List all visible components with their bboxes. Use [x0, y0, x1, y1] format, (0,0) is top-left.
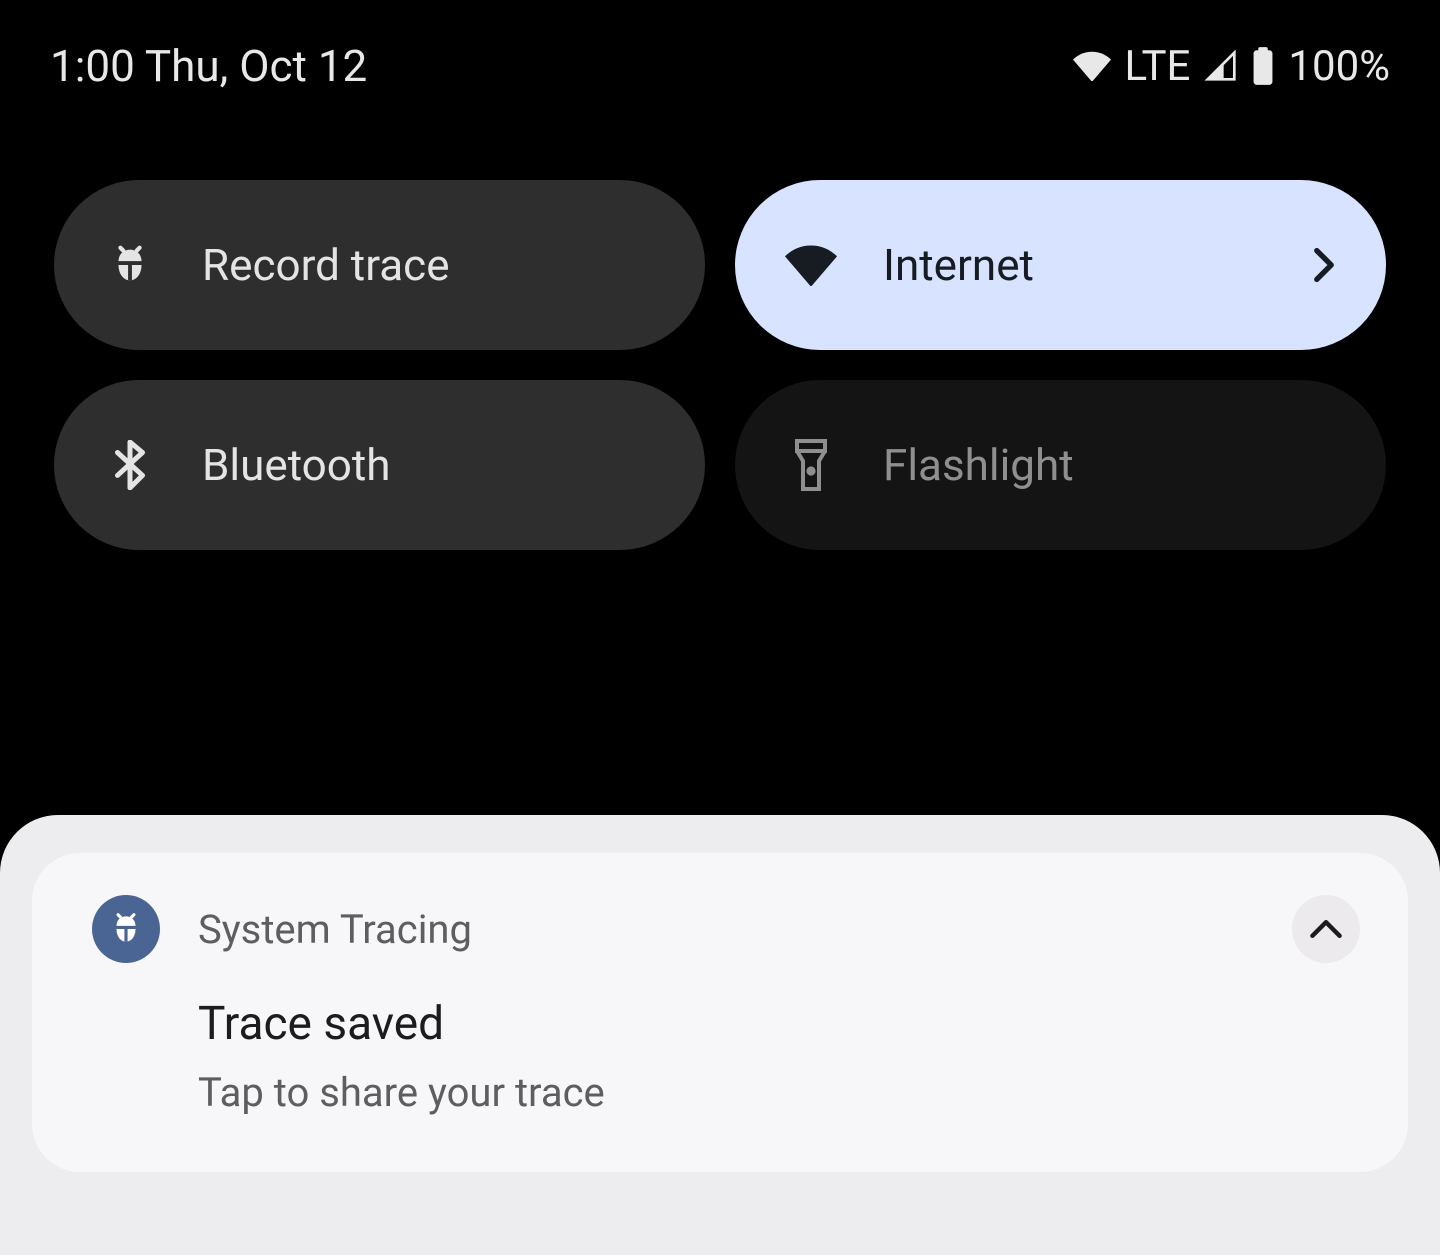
flashlight-icon: [785, 439, 837, 491]
notification-title: Trace saved: [198, 997, 1348, 1051]
bluetooth-icon: [104, 439, 156, 491]
chevron-right-icon: [1306, 247, 1342, 283]
qs-tile-bluetooth[interactable]: Bluetooth: [54, 380, 705, 550]
status-right-cluster: LTE 100%: [1073, 42, 1391, 91]
notification-body: Trace saved Tap to share your trace: [92, 997, 1348, 1116]
notification-app-icon: [92, 895, 160, 963]
notification-text: Tap to share your trace: [198, 1069, 1348, 1116]
qs-tile-record-trace[interactable]: Record trace: [54, 180, 705, 350]
wifi-icon: [785, 239, 837, 291]
status-bar: 1:00 Thu, Oct 12 LTE 100%: [0, 0, 1440, 122]
signal-icon: [1204, 50, 1238, 82]
qs-tile-label: Internet: [883, 239, 1260, 291]
notification-shade: System Tracing Trace saved Tap to share …: [0, 815, 1440, 1255]
notification-card[interactable]: System Tracing Trace saved Tap to share …: [32, 853, 1408, 1172]
battery-icon: [1252, 47, 1274, 85]
status-time-date: 1:00 Thu, Oct 12: [50, 40, 367, 92]
qs-tile-label: Bluetooth: [202, 439, 655, 491]
network-type-label: LTE: [1125, 42, 1191, 91]
qs-tile-internet[interactable]: Internet: [735, 180, 1386, 350]
qs-tile-flashlight[interactable]: Flashlight: [735, 380, 1386, 550]
notification-header: System Tracing: [92, 895, 1348, 963]
wifi-status-icon: [1073, 51, 1111, 81]
battery-percent-label: 100%: [1288, 42, 1390, 91]
bug-icon: [104, 239, 156, 291]
notification-app-name: System Tracing: [198, 906, 472, 953]
quick-settings-panel: Record trace Internet Bluetooth Flashlig…: [0, 122, 1440, 550]
notification-collapse-button[interactable]: [1292, 895, 1360, 963]
qs-tile-label: Record trace: [202, 239, 655, 291]
qs-tile-label: Flashlight: [883, 439, 1336, 491]
